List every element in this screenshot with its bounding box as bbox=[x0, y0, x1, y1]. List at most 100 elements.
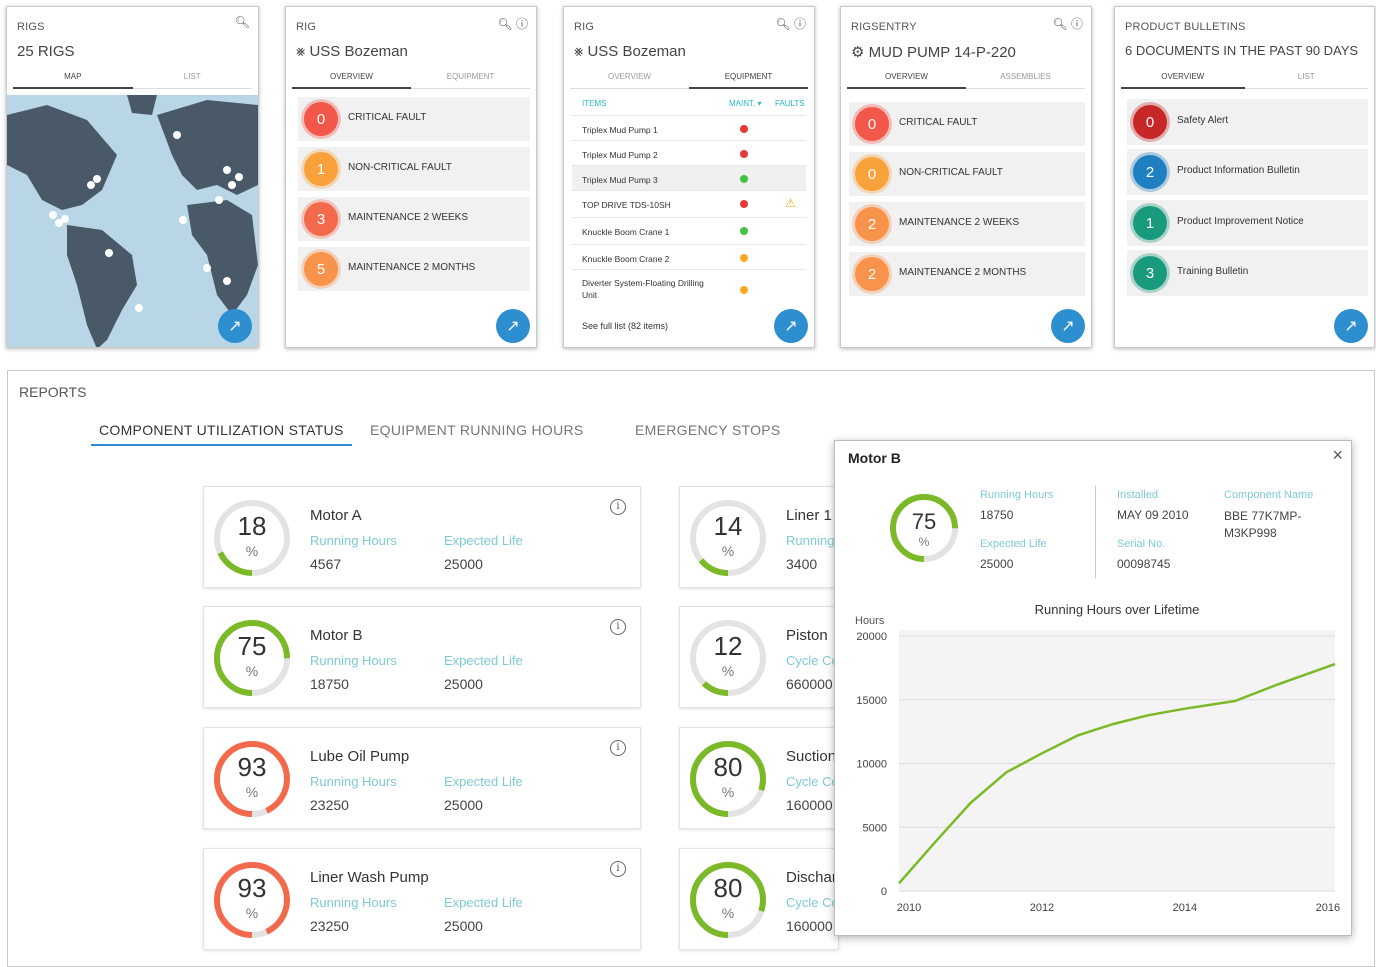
maintenance-status-dot bbox=[740, 227, 748, 235]
utilization-card[interactable]: 18% Motor A Running Hours 4567 Expected Life… bbox=[203, 486, 641, 588]
expected-life-value: 25000 bbox=[444, 676, 483, 692]
info-icon[interactable]: i bbox=[610, 861, 626, 877]
tab-component-utilization[interactable]: COMPONENT UTILIZATION STATUS bbox=[91, 422, 352, 446]
x-tick-label: 2016 bbox=[1316, 902, 1340, 914]
close-icon[interactable]: × bbox=[1332, 445, 1343, 466]
external-link-icon[interactable]: ↗ bbox=[1334, 309, 1368, 343]
utilization-card[interactable]: 75% Motor B Running Hours 18750 Expected Lif… bbox=[203, 606, 641, 708]
equipment-row[interactable]: Knuckle Boom Crane 1 bbox=[572, 217, 806, 243]
y-tick-label: 0 bbox=[881, 886, 887, 898]
expected-life-value: 25000 bbox=[444, 797, 483, 813]
tab-equipment[interactable]: EQUIPMENT bbox=[411, 72, 530, 81]
y-tick-label: 10000 bbox=[856, 759, 887, 771]
status-row[interactable]: 5 MAINTENANCE 2 MONTHS bbox=[298, 247, 530, 291]
equipment-row[interactable]: Knuckle Boom Crane 2 bbox=[572, 244, 806, 270]
tab-list[interactable]: LIST bbox=[133, 72, 253, 81]
expected-life-label: Expected Life bbox=[444, 533, 523, 548]
status-row[interactable]: 2 MAINTENANCE 2 MONTHS bbox=[849, 252, 1085, 296]
info-icon[interactable]: i bbox=[610, 740, 626, 756]
component-name: Liner Wash Pump bbox=[310, 869, 429, 886]
popup-percent: 75 bbox=[911, 509, 937, 534]
status-label: NON-CRITICAL FAULT bbox=[348, 162, 452, 173]
status-row[interactable]: 1 NON-CRITICAL FAULT bbox=[298, 147, 530, 191]
rig-name-text: USS Bozeman bbox=[309, 43, 408, 60]
rig-equipment-card: RIG ⨳ USS Bozeman 🔍︎ ⓘ OVERVIEW EQUIPMEN… bbox=[563, 6, 815, 348]
world-map[interactable] bbox=[7, 95, 258, 347]
status-row[interactable]: 2 Product Information Bulletin bbox=[1127, 149, 1368, 195]
status-row[interactable]: 1 Product Improvement Notice bbox=[1127, 200, 1368, 246]
equipment-name: Triplex Mud Pump 1 bbox=[582, 125, 658, 135]
tab-emergency-stops[interactable]: EMERGENCY STOPS bbox=[635, 422, 781, 438]
popup-percent-sign: % bbox=[918, 535, 930, 549]
motor-detail-popup: Motor B × 75 % Running Hours 18750 Expec… bbox=[834, 440, 1352, 936]
utilization-card[interactable]: 93% Lube Oil Pump Running Hours 23250 Expect… bbox=[203, 727, 641, 829]
running-hours-chart: Running Hours over Lifetime Hours 0 5000 100… bbox=[855, 602, 1340, 914]
utilization-percent: 80 bbox=[713, 752, 743, 782]
search-info-icons[interactable]: 🔍︎ ⓘ bbox=[497, 15, 528, 32]
see-full-list-link[interactable]: See full list (82 items) bbox=[582, 321, 668, 331]
info-icon[interactable]: i bbox=[610, 619, 626, 635]
tab-assemblies[interactable]: ASSEMBLIES bbox=[966, 72, 1085, 81]
equipment-row[interactable]: Triplex Mud Pump 3 bbox=[572, 165, 806, 191]
status-row[interactable]: 0 Safety Alert bbox=[1127, 99, 1368, 145]
tab-equipment[interactable]: EQUIPMENT bbox=[689, 72, 808, 89]
status-count-badge: 3 bbox=[1133, 256, 1167, 290]
tab-overview[interactable]: OVERVIEW bbox=[1121, 72, 1245, 89]
utilization-card[interactable]: 93% Liner Wash Pump Running Hours 23250 Expe… bbox=[203, 848, 641, 950]
metric-label: Running Hours bbox=[310, 774, 397, 789]
info-icon[interactable]: i bbox=[610, 499, 626, 515]
equipment-row[interactable]: Triplex Mud Pump 2 bbox=[572, 140, 806, 166]
col-maint[interactable]: MAINT. ▾ bbox=[729, 99, 761, 108]
equipment-row[interactable]: Triplex Mud Pump 1 bbox=[572, 115, 806, 141]
utilization-card[interactable]: 12% Piston Cycle Co 660000 bbox=[679, 606, 839, 708]
search-info-icons[interactable]: 🔍︎ ⓘ bbox=[775, 15, 806, 32]
tab-list[interactable]: LIST bbox=[1245, 72, 1369, 81]
card-title: RIG bbox=[296, 21, 317, 33]
percent-sign: % bbox=[721, 784, 735, 800]
search-info-icons[interactable]: 🔍︎ ⓘ bbox=[1052, 15, 1083, 32]
rig-name: ⨳ USS Bozeman bbox=[574, 43, 686, 60]
search-icon[interactable]: 🔍︎ bbox=[235, 15, 250, 29]
tab-overview[interactable]: OVERVIEW bbox=[570, 72, 689, 81]
external-link-icon[interactable]: ↗ bbox=[218, 309, 252, 343]
status-label: Safety Alert bbox=[1177, 115, 1229, 126]
equipment-row[interactable]: Diverter System-Floating Drilling Unit bbox=[572, 269, 806, 309]
equipment-name: TOP DRIVE TDS-10SH bbox=[582, 200, 671, 210]
status-row[interactable]: 0 NON-CRITICAL FAULT bbox=[849, 152, 1085, 196]
rig-name-text: USS Bozeman bbox=[587, 43, 686, 60]
metric-label: Running Hours bbox=[310, 533, 397, 548]
tab-equipment-running-hours[interactable]: EQUIPMENT RUNNING HOURS bbox=[370, 422, 584, 438]
maintenance-status-dot bbox=[740, 150, 748, 158]
utilization-card[interactable]: 80% Dischar Cycle Co 160000 bbox=[679, 848, 839, 950]
col-faults[interactable]: FAULTS bbox=[775, 99, 805, 108]
expected-life-label: Expected Life bbox=[444, 895, 523, 910]
metric-label: Running bbox=[786, 533, 835, 548]
tab-overview[interactable]: OVERVIEW bbox=[292, 72, 411, 89]
utilization-percent: 18 bbox=[237, 511, 267, 541]
status-row[interactable]: 0 CRITICAL FAULT bbox=[298, 97, 530, 141]
status-row[interactable]: 3 MAINTENANCE 2 WEEKS bbox=[298, 197, 530, 241]
metric-value: 23250 bbox=[310, 797, 349, 813]
bulletins-card: PRODUCT BULLETINS 6 DOCUMENTS IN THE PAS… bbox=[1114, 6, 1375, 348]
external-link-icon[interactable]: ↗ bbox=[496, 309, 530, 343]
rig-count: 25 RIGS bbox=[17, 43, 75, 60]
x-tick-label: 2010 bbox=[897, 902, 921, 914]
equipment-row[interactable]: TOP DRIVE TDS-10SH ⚠ bbox=[572, 190, 806, 216]
equip-tabs: OVERVIEW EQUIPMENT bbox=[570, 67, 808, 89]
tab-map[interactable]: MAP bbox=[13, 72, 133, 89]
external-link-icon[interactable]: ↗ bbox=[1051, 309, 1085, 343]
rig-name: ⨳ USS Bozeman bbox=[296, 43, 408, 60]
utilization-card[interactable]: 80% Suction Cycle Co 160000 bbox=[679, 727, 839, 829]
external-link-icon[interactable]: ↗ bbox=[774, 309, 808, 343]
y-tick-label: 20000 bbox=[856, 631, 887, 643]
percent-sign: % bbox=[721, 663, 735, 679]
map-graphic bbox=[7, 95, 258, 347]
status-row[interactable]: 0 CRITICAL FAULT bbox=[849, 102, 1085, 146]
utilization-card[interactable]: 14% Liner 1 Running 3400 bbox=[679, 486, 839, 588]
status-label: Product Improvement Notice bbox=[1177, 216, 1304, 227]
installed-value: MAY 09 2010 bbox=[1117, 508, 1189, 522]
metric-value: 660000 bbox=[786, 676, 833, 692]
tab-overview[interactable]: OVERVIEW bbox=[847, 72, 966, 89]
status-row[interactable]: 2 MAINTENANCE 2 WEEKS bbox=[849, 202, 1085, 246]
status-row[interactable]: 3 Training Bulletin bbox=[1127, 250, 1368, 296]
